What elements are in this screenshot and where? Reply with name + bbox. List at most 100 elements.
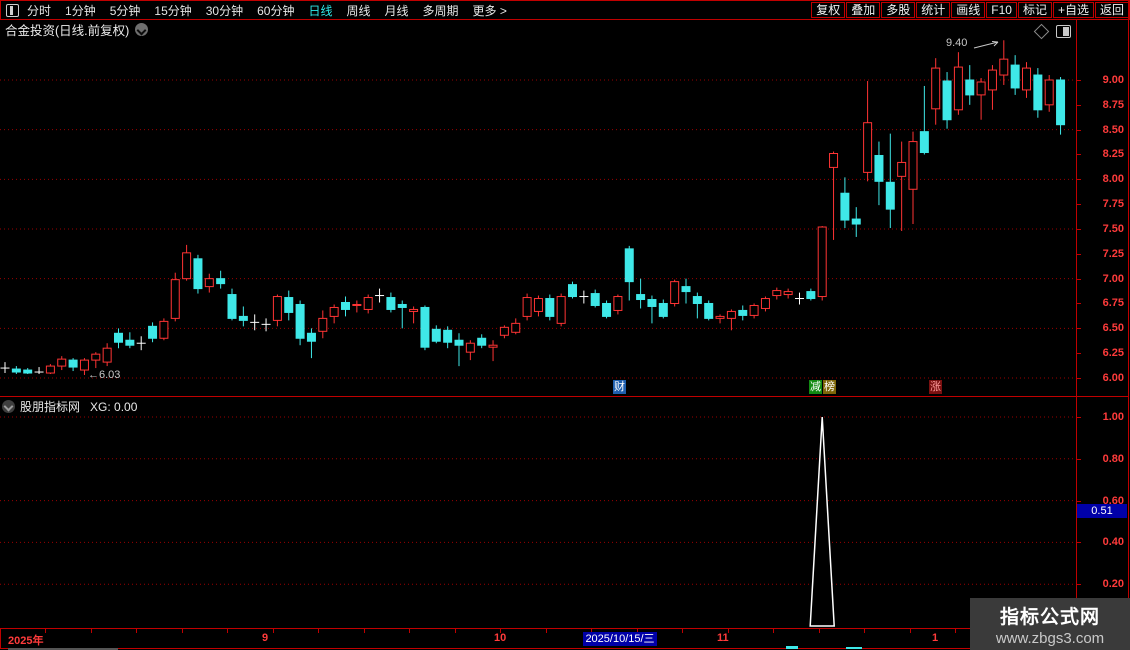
axis-tick [1076, 377, 1081, 379]
date-tick [682, 629, 683, 633]
axis-border-right [1128, 0, 1129, 650]
price-tick-label: 7.50 [1102, 222, 1124, 235]
axis-tick [1076, 542, 1081, 544]
diamond-marker-icon[interactable] [1033, 23, 1050, 40]
candle-body [272, 296, 282, 321]
date-tick [227, 629, 228, 633]
candle-body [420, 306, 430, 348]
period-tab-月线[interactable]: 月线 [385, 2, 409, 19]
date-tick [273, 629, 274, 633]
indicator-tick-label: 0.40 [1102, 536, 1124, 549]
candle-body [477, 337, 487, 346]
candle-body [306, 332, 316, 342]
candle-body [726, 310, 736, 319]
period-tab-多周期[interactable]: 多周期 [423, 2, 459, 19]
period-tab-更多 >[interactable]: 更多 > [473, 2, 507, 19]
price-tick-label: 9.00 [1102, 74, 1124, 86]
period-list: 分时 1分钟 5分钟 15分钟 30分钟 60分钟 日线 周线 月线 多周期 更多 > [27, 2, 521, 19]
candle-body [431, 328, 441, 342]
toolbar-button-返回[interactable]: 返回 [1094, 2, 1129, 18]
period-toolbar: 分时 1分钟 5分钟 15分钟 30分钟 60分钟 日线 周线 月线 多周期 更多 > 复权 叠加 多股… [0, 0, 1130, 20]
price-tick-label: 7.00 [1102, 272, 1124, 285]
candle-body [182, 252, 192, 280]
candle-body [1044, 79, 1054, 106]
price-tick-label: 8.75 [1102, 98, 1124, 111]
candle-body [91, 353, 101, 361]
cursor-value-box: 0.51 [1077, 504, 1127, 518]
axis-tick [1076, 179, 1081, 181]
event-badge-涨[interactable]: 涨 [929, 380, 942, 394]
date-axis[interactable] [0, 628, 1129, 649]
candle-body [897, 161, 907, 177]
axis-tick [1076, 458, 1081, 460]
split-window-icon[interactable] [6, 3, 19, 17]
date-label-10: 10 [494, 632, 507, 644]
event-badge-减[interactable]: 减 [809, 380, 822, 394]
candle-body [318, 317, 328, 332]
candle-body [658, 302, 668, 317]
price-tick-label: 6.75 [1102, 297, 1124, 310]
chart-corner-icons [1033, 23, 1071, 40]
toolbar-button-标记[interactable]: 标记 [1017, 2, 1052, 18]
candle-body [443, 329, 453, 343]
event-badge-财[interactable]: 财 [613, 380, 626, 394]
period-tab-日线[interactable]: 日线 [308, 2, 332, 19]
candle-body [556, 296, 566, 324]
candle-body [965, 79, 975, 96]
candle-body [681, 286, 691, 293]
candle-body [363, 297, 373, 310]
candle-body [238, 315, 248, 321]
site-watermark: 指标公式网 www.zbgs3.com [970, 598, 1130, 650]
candle-body [68, 359, 78, 368]
chevron-down-icon[interactable] [135, 23, 149, 36]
date-tick [455, 629, 456, 633]
toolbar-button-叠加[interactable]: 叠加 [846, 2, 881, 18]
candlestick-chart[interactable] [0, 40, 1076, 398]
period-tab-15分钟[interactable]: 15分钟 [154, 2, 191, 19]
candle-body [216, 278, 226, 285]
candle-body [102, 347, 112, 363]
toolbar-button-统计[interactable]: 统计 [916, 2, 951, 18]
indicator-tick-label: 0.80 [1102, 452, 1124, 465]
period-tab-60分钟[interactable]: 60分钟 [257, 2, 294, 19]
price-tick-label: 6.50 [1102, 322, 1124, 335]
candle-body [670, 281, 680, 304]
candle-body [148, 325, 158, 339]
period-tab-5分钟[interactable]: 5分钟 [110, 2, 141, 19]
indicator-tick-label: 0.20 [1102, 578, 1124, 591]
axis-tick [1076, 253, 1081, 255]
indicator-chart[interactable] [0, 396, 1076, 629]
candle-body [919, 131, 929, 154]
toolbar-button-F10[interactable]: F10 [986, 2, 1017, 18]
candle-body [783, 291, 793, 296]
date-label-11: 11 [717, 632, 729, 644]
toolbar-button-复权[interactable]: 复权 [811, 2, 846, 18]
candle-body [817, 226, 827, 298]
period-tab-30分钟[interactable]: 30分钟 [206, 2, 243, 19]
candle-body [624, 248, 634, 283]
chart-title-row: 合金投资(日线.前复权) [0, 19, 1076, 40]
toolbar-button-+自选[interactable]: +自选 [1052, 2, 1094, 18]
cursor-date-box: 2025/10/15/三 [583, 632, 657, 646]
candle-body [931, 67, 941, 110]
candle-body [511, 322, 521, 333]
low-price-annotation: ←6.03 [88, 369, 121, 381]
period-tab-1分钟[interactable]: 1分钟 [65, 2, 96, 19]
candle-body [114, 332, 123, 343]
period-tab-分时[interactable]: 分时 [27, 2, 51, 19]
date-tick [546, 629, 547, 633]
axis-tick [1076, 353, 1081, 355]
trading-app-window: 分时 1分钟 5分钟 15分钟 30分钟 60分钟 日线 周线 月线 多周期 更多 > 复权 叠加 多股… [0, 0, 1130, 650]
axis-tick [1076, 204, 1081, 206]
maximize-pane-icon[interactable] [1056, 25, 1071, 38]
toolbar-button-多股[interactable]: 多股 [881, 2, 916, 18]
candle-body [568, 284, 577, 298]
period-tab-周线[interactable]: 周线 [346, 2, 370, 19]
date-label-9: 9 [262, 632, 269, 644]
axis-tick [1076, 154, 1081, 156]
toolbar-button-画线[interactable]: 画线 [951, 2, 986, 18]
event-badge-榜[interactable]: 榜 [823, 380, 836, 394]
candle-body [874, 154, 884, 182]
candle-body [57, 358, 67, 367]
date-tick [91, 629, 92, 633]
